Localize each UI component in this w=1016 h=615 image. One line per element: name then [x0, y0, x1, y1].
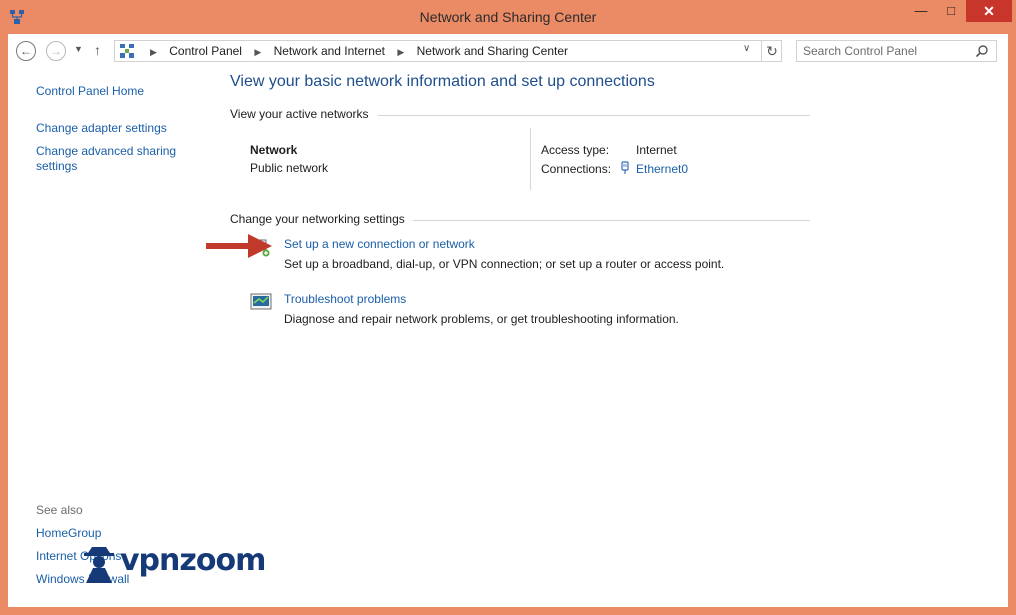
- breadcrumb-separator-icon: ▶: [150, 47, 157, 57]
- vertical-divider: [530, 128, 531, 190]
- close-button[interactable]: ✕: [966, 0, 1012, 22]
- refresh-icon[interactable]: ↻: [761, 40, 782, 62]
- search-icon[interactable]: [975, 44, 989, 58]
- window-frame: Network and Sharing Center — □ ✕ ← → ▼ ↑…: [0, 0, 1016, 615]
- content-pane: Control Panel Home Change adapter settin…: [8, 68, 1008, 607]
- minimize-button[interactable]: —: [906, 0, 936, 22]
- address-bar[interactable]: ▶ Control Panel ▶ Network and Internet ▶…: [114, 40, 782, 62]
- section-divider: [378, 115, 810, 116]
- ethernet-icon: [621, 161, 629, 174]
- connections-label: Connections:: [541, 162, 612, 176]
- access-type-value: Internet: [636, 143, 677, 157]
- breadcrumb-network-and-internet[interactable]: Network and Internet: [274, 44, 385, 58]
- network-type: Public network: [250, 161, 329, 175]
- breadcrumb-separator-icon[interactable]: ▶: [397, 47, 404, 57]
- spy-mascot-icon: [84, 547, 114, 583]
- address-dropdown-chevron-icon[interactable]: ∨: [743, 43, 750, 54]
- active-networks-label: View your active networks: [230, 107, 369, 121]
- breadcrumb-separator-icon[interactable]: ▶: [254, 47, 261, 57]
- section-divider: [413, 220, 810, 221]
- network-name: Network: [250, 143, 298, 157]
- window-title: Network and Sharing Center: [419, 9, 597, 25]
- back-button[interactable]: ←: [16, 41, 36, 61]
- vpnzoom-logo-text: vpnzoom: [120, 543, 266, 578]
- troubleshoot-icon[interactable]: [250, 292, 272, 312]
- up-arrow-icon[interactable]: ↑: [94, 42, 101, 58]
- troubleshoot-problems-description: Diagnose and repair network problems, or…: [284, 312, 679, 326]
- sidebar-item-change-adapter-settings[interactable]: Change adapter settings: [36, 121, 167, 135]
- sidebar-item-change-advanced-sharing-settings[interactable]: Change advanced sharing settings: [36, 144, 186, 174]
- navigation-toolbar: ← → ▼ ↑ ▶ Control Panel ▶ Network and In…: [8, 34, 1008, 68]
- vpnzoom-watermark: vpnzoom: [80, 543, 280, 585]
- red-pointer-arrow-icon: [206, 234, 272, 258]
- ethernet0-link[interactable]: Ethernet0: [636, 162, 688, 176]
- recent-locations-chevron-icon[interactable]: ▼: [74, 44, 83, 54]
- see-also-heading: See also: [36, 503, 83, 517]
- search-box[interactable]: [796, 40, 997, 62]
- access-type-label: Access type:: [541, 143, 610, 157]
- control-panel-icon: [120, 44, 134, 58]
- setup-new-connection-link[interactable]: Set up a new connection or network: [284, 237, 475, 251]
- sidebar-item-control-panel-home[interactable]: Control Panel Home: [36, 84, 144, 98]
- see-also-homegroup[interactable]: HomeGroup: [36, 526, 101, 540]
- breadcrumb-network-and-sharing-center[interactable]: Network and Sharing Center: [417, 44, 568, 58]
- search-input[interactable]: [803, 44, 968, 58]
- breadcrumb: ▶ Control Panel ▶ Network and Internet ▶…: [141, 44, 568, 58]
- setup-new-connection-description: Set up a broadband, dial-up, or VPN conn…: [284, 257, 725, 271]
- troubleshoot-problems-link[interactable]: Troubleshoot problems: [284, 292, 406, 306]
- page-title: View your basic network information and …: [230, 73, 655, 90]
- forward-button[interactable]: →: [46, 41, 66, 61]
- breadcrumb-control-panel[interactable]: Control Panel: [169, 44, 242, 58]
- title-bar[interactable]: Network and Sharing Center — □ ✕: [0, 0, 1016, 34]
- change-settings-label: Change your networking settings: [230, 212, 405, 226]
- maximize-button[interactable]: □: [936, 0, 966, 22]
